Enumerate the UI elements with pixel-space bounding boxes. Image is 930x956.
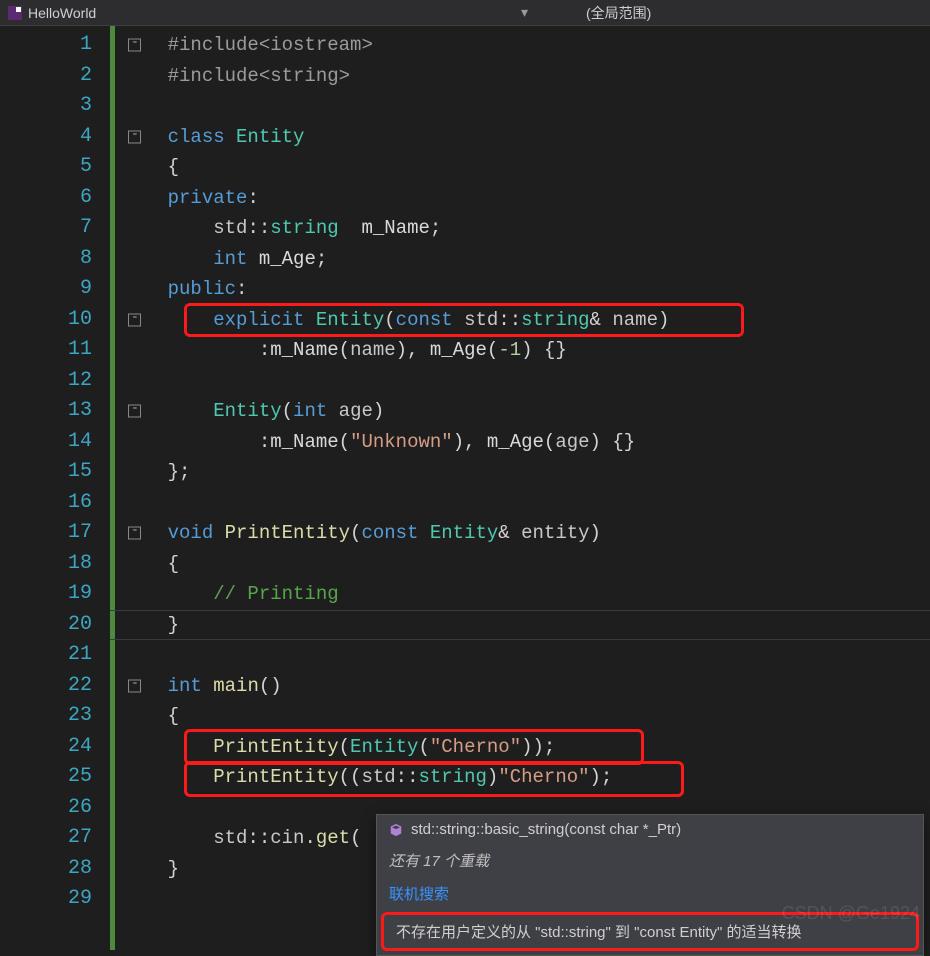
line-number: 11 [0, 335, 92, 366]
cpp-file-icon [8, 6, 22, 20]
line-number: 9 [0, 274, 92, 305]
line-number: 22 [0, 671, 92, 702]
fold-toggle[interactable] [128, 527, 141, 540]
fold-toggle[interactable] [128, 313, 141, 326]
fold-toggle[interactable] [128, 679, 141, 692]
line-number: 3 [0, 91, 92, 122]
line-number: 25 [0, 762, 92, 793]
dropdown-icon[interactable]: ▾ [521, 4, 528, 21]
scope-label: (全局范围) [586, 5, 651, 21]
line-number: 12 [0, 366, 92, 397]
code-editor[interactable]: 1234567891011121314151617181920212223242… [0, 26, 930, 950]
file-name-label: HelloWorld [28, 5, 96, 21]
scope-dropdown[interactable]: (全局范围) [536, 3, 701, 23]
line-number: 5 [0, 152, 92, 183]
line-number: 8 [0, 244, 92, 275]
method-icon [389, 823, 403, 837]
line-number: 13 [0, 396, 92, 427]
line-number: 26 [0, 793, 92, 824]
fold-toggle[interactable] [128, 130, 141, 143]
file-tab[interactable]: HelloWorld ▾ [0, 0, 536, 25]
line-number: 6 [0, 183, 92, 214]
line-number: 17 [0, 518, 92, 549]
fold-toggle[interactable] [128, 39, 141, 52]
line-number: 23 [0, 701, 92, 732]
line-number: 1 [0, 30, 92, 61]
code-lines: #include<iostream> #include<string> clas… [110, 30, 930, 915]
line-number: 7 [0, 213, 92, 244]
editor-topbar: HelloWorld ▾ (全局范围) [0, 0, 930, 26]
line-number: 15 [0, 457, 92, 488]
line-number: 20 [0, 610, 92, 641]
tooltip-search-link[interactable]: 联机搜索 [389, 883, 449, 904]
line-number: 18 [0, 549, 92, 580]
line-number: 28 [0, 854, 92, 885]
line-number: 24 [0, 732, 92, 763]
line-number: 19 [0, 579, 92, 610]
tooltip-signature: std::string::basic_string(const char *_P… [411, 821, 681, 838]
line-number: 27 [0, 823, 92, 854]
line-number: 29 [0, 884, 92, 915]
tooltip-overloads: 还有 17 个重载 [389, 850, 489, 871]
fold-toggle[interactable] [128, 405, 141, 418]
line-number: 10 [0, 305, 92, 336]
line-number: 16 [0, 488, 92, 519]
code-area[interactable]: #include<iostream> #include<string> clas… [110, 26, 930, 950]
line-number: 4 [0, 122, 92, 153]
line-number: 21 [0, 640, 92, 671]
intellisense-tooltip: std::string::basic_string(const char *_P… [376, 814, 924, 956]
line-number-gutter: 1234567891011121314151617181920212223242… [0, 26, 110, 950]
line-number: 14 [0, 427, 92, 458]
tooltip-error-text: 不存在用户定义的从 "std::string" 到 "const Entity"… [396, 921, 802, 942]
line-number: 2 [0, 61, 92, 92]
